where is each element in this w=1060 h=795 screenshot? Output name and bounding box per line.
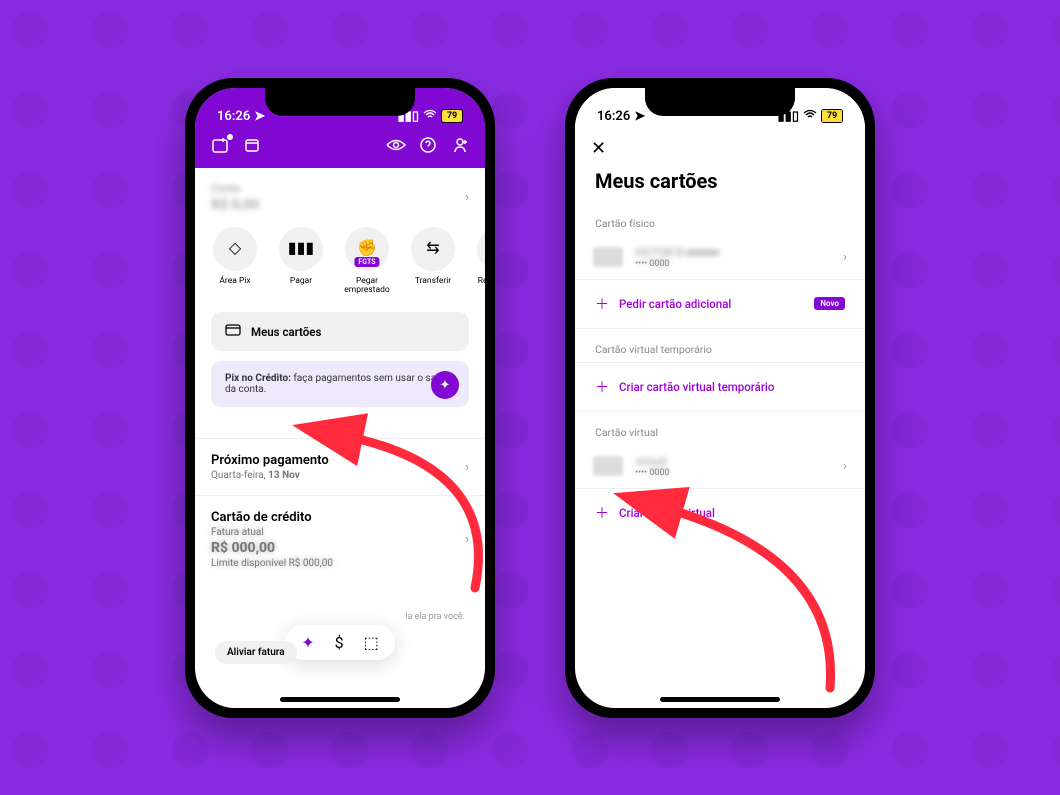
account-row[interactable]: Conta R$ 0,00 ›	[195, 168, 485, 227]
app-header	[195, 128, 485, 168]
dollar-icon[interactable]: $	[335, 633, 344, 652]
promo-icon: ✦	[431, 371, 459, 399]
close-icon[interactable]: ✕	[591, 138, 606, 159]
card-thumb-icon	[593, 456, 623, 476]
status-time: 16:26	[217, 109, 250, 124]
status-time: 16:26	[597, 109, 630, 124]
location-icon: ➤	[634, 109, 645, 124]
card-icon	[225, 324, 241, 339]
battery-icon: 79	[821, 109, 843, 123]
carousel-dots: ● ● ●	[195, 419, 485, 430]
create-virtual-card[interactable]: ＋ Criar cartão virtual	[575, 489, 865, 537]
chevron-right-icon: ›	[843, 250, 847, 265]
plus-icon: ＋	[595, 294, 609, 314]
home-indicator	[280, 697, 400, 702]
calendar-icon[interactable]	[243, 136, 261, 154]
footer-promo-fragment: la ela pra você.	[405, 612, 465, 622]
section-temp-virtual-label: Cartão virtual temporário	[575, 329, 865, 362]
transfer-icon: ⇆	[426, 239, 439, 257]
next-payment-row[interactable]: Próximo pagamento Quarta-feira, 13 Nov ›	[195, 439, 485, 495]
account-label: Conta	[211, 182, 259, 195]
my-cards-tile[interactable]: Meus cartões	[211, 312, 469, 351]
plus-icon: ＋	[595, 377, 609, 397]
battery-icon: 79	[441, 109, 463, 123]
chevron-right-icon: ›	[843, 459, 847, 474]
fgts-badge: FGTS	[354, 257, 379, 267]
wifi-icon	[423, 109, 437, 124]
help-icon[interactable]	[419, 136, 437, 154]
relieve-invoice-button[interactable]: Aliviar fatura	[215, 641, 297, 664]
credit-card-row[interactable]: Cartão de crédito Fatura atual R$ 000,00…	[195, 496, 485, 583]
invite-icon[interactable]	[451, 136, 469, 154]
page-title: Meus cartões	[575, 165, 865, 203]
chip-emprestado[interactable]: ✊ FGTS Pegar emprestado	[339, 227, 395, 297]
chip-recarga[interactable]: ▢ Recarga de celular	[471, 227, 485, 297]
hand-money-icon: ✊	[357, 239, 377, 257]
add-photo-icon[interactable]	[211, 136, 229, 154]
phone-left: 16:26 ➤ ▮▮▯ 79	[185, 78, 495, 718]
request-additional-card[interactable]: ＋ Pedir cartão adicional Novo	[575, 280, 865, 328]
quick-actions: ◇ Área Pix ▮▮▮ Pagar ✊ FGTS Pegar empres…	[195, 227, 485, 307]
chevron-right-icon: ›	[465, 460, 469, 475]
plus-icon: ＋	[595, 503, 609, 523]
account-balance: R$ 0,00	[211, 197, 259, 213]
physical-card-row[interactable]: VICTOR B ■■■■■ •••• 0000 ›	[575, 236, 865, 279]
chevron-right-icon: ›	[465, 190, 469, 205]
bag-icon[interactable]: ⬚	[364, 633, 379, 652]
create-temp-virtual-card[interactable]: ＋ Criar cartão virtual temporário	[575, 363, 865, 411]
notch	[265, 88, 415, 116]
barcode-icon: ▮▮▮	[288, 239, 314, 257]
virtual-card-row[interactable]: virtual •••• 0000 ›	[575, 445, 865, 488]
chip-area-pix[interactable]: ◇ Área Pix	[207, 227, 263, 297]
wifi-icon	[803, 109, 817, 124]
section-virtual-label: Cartão virtual	[575, 412, 865, 445]
promo-card[interactable]: Pix no Crédito: faça pagamentos sem usar…	[211, 361, 469, 407]
pix-icon: ◇	[229, 239, 241, 257]
notch	[645, 88, 795, 116]
card-thumb-icon	[593, 247, 623, 267]
chip-transferir[interactable]: ⇆ Transferir	[405, 227, 461, 297]
phone-right: 16:26 ➤ ▮▮▯ 79 ✕ Meus cartões Cartão fís…	[565, 78, 875, 718]
new-badge: Novo	[814, 297, 845, 310]
bottom-tab-bar[interactable]: ✦ $ ⬚	[285, 625, 395, 660]
chip-pagar[interactable]: ▮▮▮ Pagar	[273, 227, 329, 297]
chevron-right-icon: ›	[465, 532, 469, 547]
eye-icon[interactable]	[387, 136, 405, 154]
sparkle-icon[interactable]: ✦	[301, 633, 314, 652]
location-icon: ➤	[254, 109, 265, 124]
home-indicator	[660, 697, 780, 702]
section-physical-label: Cartão físico	[575, 203, 865, 236]
